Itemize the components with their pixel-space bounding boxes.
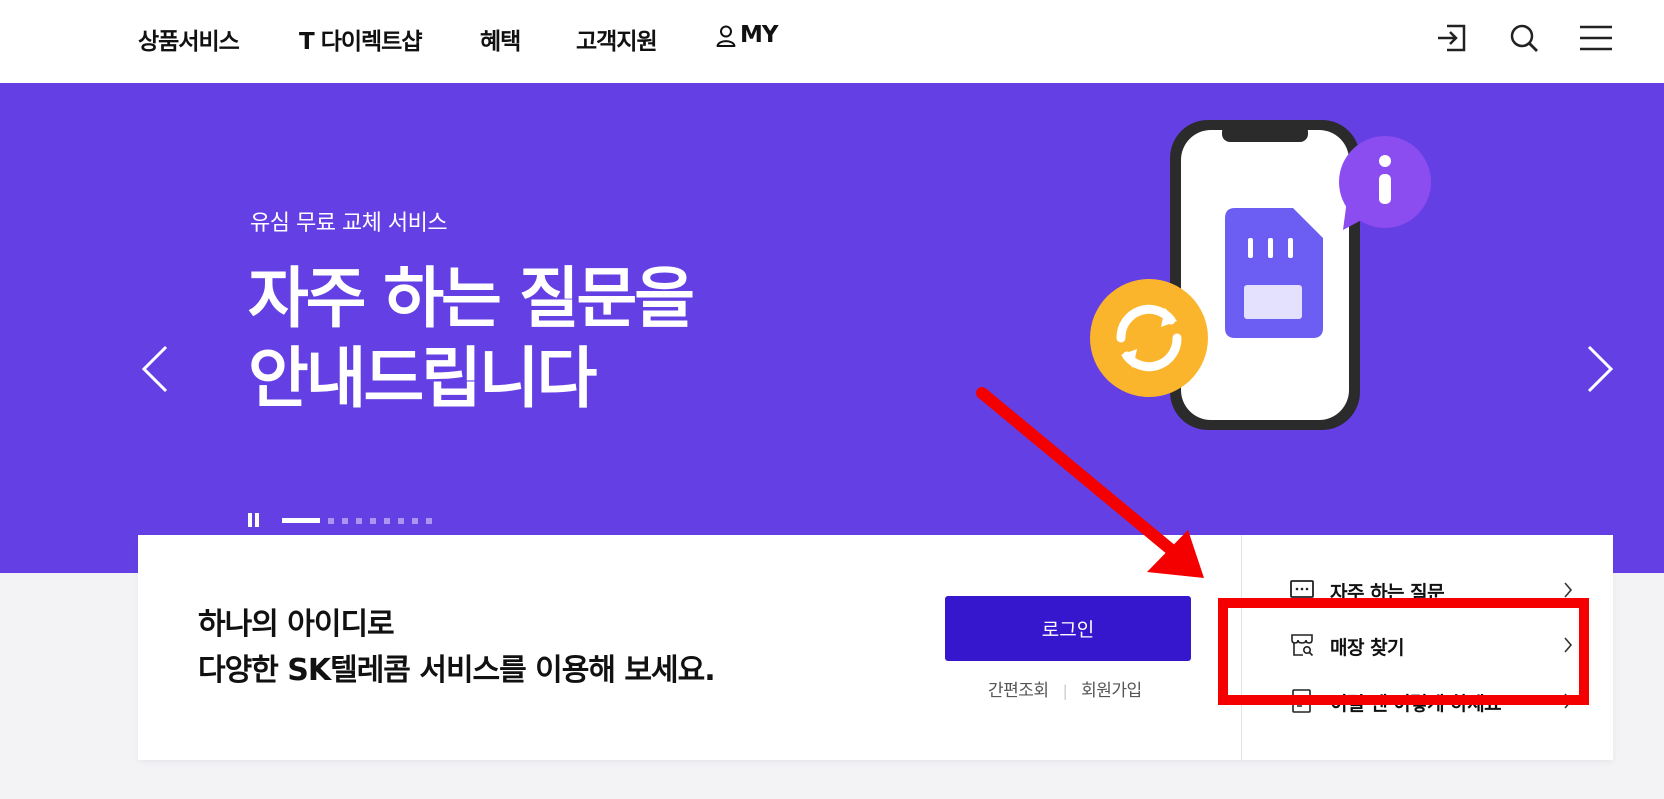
slide-indicator[interactable]	[384, 518, 390, 524]
next-slide-button[interactable]	[1583, 343, 1617, 395]
prev-slide-button[interactable]	[138, 343, 172, 395]
nav-benefits[interactable]: 혜택	[480, 22, 521, 56]
hero-banner: 유심 무료 교체 서비스 자주 하는 질문을 안내드립니다	[0, 83, 1664, 573]
slide-indicator[interactable]	[370, 518, 376, 524]
menu-icon[interactable]	[1577, 18, 1617, 58]
chevron-right-icon	[1564, 693, 1573, 709]
link-divider: |	[1062, 682, 1068, 700]
usim-phone-illustration	[1090, 120, 1431, 430]
slide-indicator-active[interactable]	[282, 518, 320, 523]
slide-indicator[interactable]	[342, 518, 348, 524]
faq-link-label: 자주 하는 질문	[1330, 582, 1445, 604]
store-finder-label: 매장 찾기	[1330, 637, 1405, 659]
slide-indicator[interactable]	[398, 518, 404, 524]
faq-link[interactable]: 자주 하는 질문	[1288, 572, 1573, 608]
store-icon	[1291, 634, 1314, 657]
slide-indicator[interactable]	[426, 518, 432, 524]
login-card: 하나의 아이디로 다양한 SK텔레콤 서비스를 이용해 보세요. 로그인 간편조…	[138, 535, 1613, 760]
login-icon[interactable]	[1433, 18, 1473, 58]
hero-subtitle: 유심 무료 교체 서비스	[250, 211, 448, 236]
search-icon[interactable]	[1504, 18, 1544, 58]
slide-indicator[interactable]	[412, 518, 418, 524]
login-promo-line1: 하나의 아이디로	[198, 607, 395, 642]
card-divider	[1241, 535, 1242, 760]
hero-title: 자주 하는 질문을 안내드립니다	[248, 259, 695, 419]
login-button[interactable]: 로그인	[945, 596, 1191, 661]
nav-my-label: MY	[740, 22, 779, 48]
chevron-right-icon	[1564, 582, 1573, 598]
nav-direct-shop[interactable]: T 다이렉트샵	[299, 22, 422, 56]
login-promo-text: 하나의 아이디로 다양한 SK텔레콤 서비스를 이용해 보세요.	[198, 602, 716, 694]
chevron-right-icon	[1564, 637, 1573, 653]
slide-indicator[interactable]	[328, 518, 334, 524]
guide-link-label: 이럴 땐 이렇게 하세요	[1330, 693, 1502, 715]
faq-icon	[1290, 580, 1314, 598]
nav-my[interactable]: MY	[716, 22, 779, 48]
slide-indicator[interactable]	[356, 518, 362, 524]
login-sub-links: 간편조회 | 회원가입	[988, 676, 1142, 701]
nav-products[interactable]: 상품서비스	[138, 22, 240, 56]
pause-button[interactable]	[248, 513, 262, 529]
site-header: 상품서비스 T 다이렉트샵 혜택 고객지원 MY	[0, 0, 1664, 83]
guide-icon	[1292, 689, 1311, 713]
sign-up-link[interactable]: 회원가입	[1081, 681, 1142, 701]
quick-lookup-link[interactable]: 간편조회	[988, 681, 1049, 701]
store-finder-link[interactable]: 매장 찾기	[1288, 627, 1573, 663]
guide-link[interactable]: 이럴 땐 이렇게 하세요	[1288, 683, 1573, 719]
hero-title-line1: 자주 하는 질문을	[248, 260, 695, 337]
person-icon	[716, 25, 736, 47]
hero-title-line2: 안내드립니다	[248, 340, 597, 417]
nav-support[interactable]: 고객지원	[576, 22, 658, 56]
login-promo-line2: 다양한 SK텔레콤 서비스를 이용해 보세요.	[198, 653, 716, 688]
